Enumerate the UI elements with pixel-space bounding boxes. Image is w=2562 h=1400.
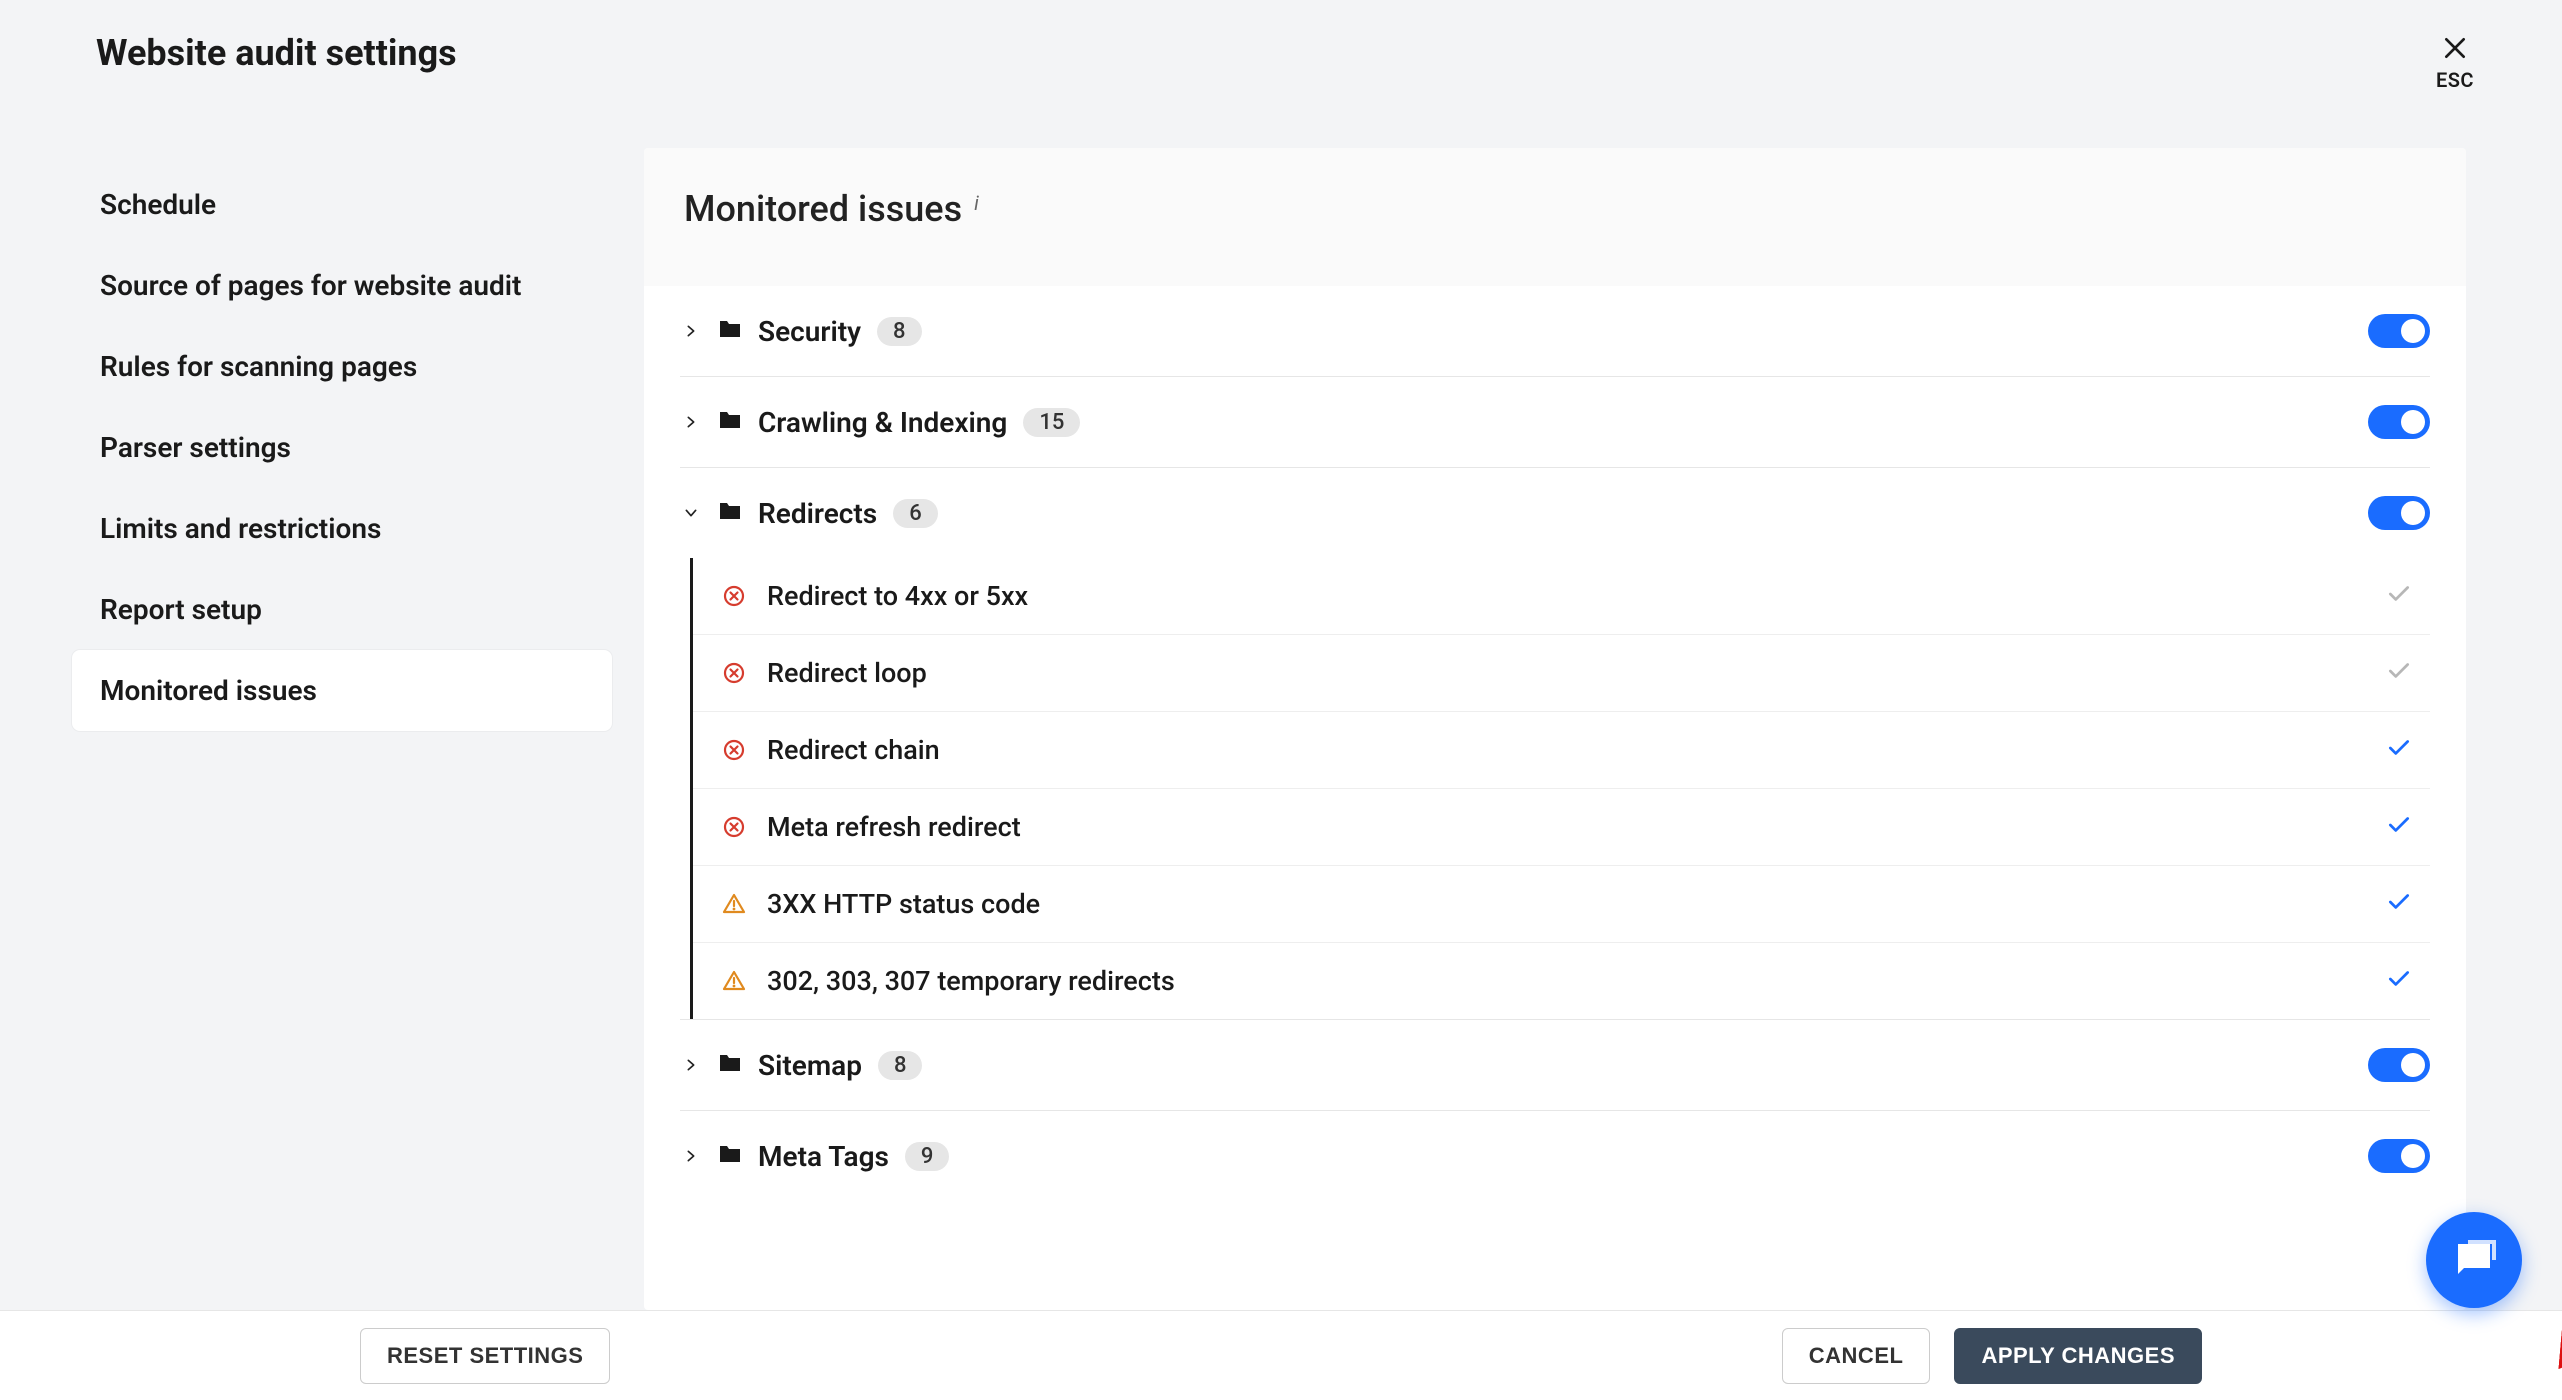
panel: Monitored issues i Security 8 Crawling & I… [644, 148, 2466, 1310]
category-row-sitemap[interactable]: Sitemap 8 [680, 1019, 2430, 1110]
category-name: Meta Tags [758, 1140, 889, 1173]
chevron-right-icon[interactable] [680, 1057, 702, 1073]
issue-row[interactable]: Redirect to 4xx or 5xx [693, 558, 2430, 634]
issue-row[interactable]: 302, 303, 307 temporary redirects [693, 942, 2430, 1019]
category-toggle[interactable] [2368, 314, 2430, 348]
check-icon[interactable] [2386, 966, 2412, 996]
issue-label: Redirect to 4xx or 5xx [767, 580, 2366, 612]
category-count-badge: 6 [893, 499, 938, 528]
category-row-redirects[interactable]: Redirects 6 [680, 467, 2430, 558]
category-name: Crawling & Indexing [758, 406, 1007, 439]
category-toggle[interactable] [2368, 405, 2430, 439]
chat-widget-button[interactable] [2426, 1212, 2522, 1308]
apply-changes-button[interactable]: APPLY CHANGES [1954, 1328, 2202, 1384]
error-icon [721, 583, 747, 609]
issue-row[interactable]: Redirect loop [693, 634, 2430, 711]
warning-icon [721, 968, 747, 994]
panel-title: Monitored issues [684, 188, 962, 230]
sidebar-item-parser-settings[interactable]: Parser settings [72, 407, 612, 488]
check-icon[interactable] [2386, 735, 2412, 765]
category-row-meta-tags[interactable]: Meta Tags 9 [680, 1110, 2430, 1201]
folder-icon [718, 501, 742, 525]
chevron-right-icon[interactable] [680, 323, 702, 339]
warning-icon [721, 891, 747, 917]
category-name: Security [758, 315, 861, 348]
category-name: Redirects [758, 497, 877, 530]
issues-list: Redirect to 4xx or 5xx Redirect loop Redir… [690, 558, 2430, 1019]
category-toggle[interactable] [2368, 496, 2430, 530]
footer: RESET SETTINGS CANCEL APPLY CHANGES [0, 1310, 2562, 1400]
issue-row[interactable]: Redirect chain [693, 711, 2430, 788]
category-toggle[interactable] [2368, 1048, 2430, 1082]
issue-label: Meta refresh redirect [767, 811, 2366, 843]
chevron-down-icon[interactable] [680, 505, 702, 521]
issue-label: Redirect chain [767, 734, 2366, 766]
category-count-badge: 8 [877, 317, 922, 346]
sidebar-item-monitored-issues[interactable]: Monitored issues [72, 650, 612, 731]
check-icon[interactable] [2386, 581, 2412, 611]
issue-row[interactable]: Meta refresh redirect [693, 788, 2430, 865]
sidebar-item-schedule[interactable]: Schedule [72, 164, 612, 245]
page-title: Website audit settings [96, 32, 457, 74]
error-icon [721, 737, 747, 763]
issue-row[interactable]: 3XX HTTP status code [693, 865, 2430, 942]
reset-settings-button[interactable]: RESET SETTINGS [360, 1328, 610, 1384]
chevron-right-icon[interactable] [680, 414, 702, 430]
category-toggle[interactable] [2368, 1139, 2430, 1173]
category-count-badge: 15 [1023, 408, 1080, 437]
folder-icon [718, 410, 742, 434]
folder-icon [718, 319, 742, 343]
category-count-badge: 9 [905, 1142, 950, 1171]
esc-label: ESC [2436, 68, 2474, 92]
check-icon[interactable] [2386, 812, 2412, 842]
folder-icon [718, 1144, 742, 1168]
category-name: Sitemap [758, 1049, 862, 1082]
sidebar-item-limits-and-restrictions[interactable]: Limits and restrictions [72, 488, 612, 569]
category-row-security[interactable]: Security 8 [680, 286, 2430, 376]
info-icon[interactable]: i [974, 191, 979, 215]
issue-label: 302, 303, 307 temporary redirects [767, 965, 2366, 997]
close-button[interactable] [2439, 32, 2471, 64]
issue-label: Redirect loop [767, 657, 2366, 689]
sidebar: ScheduleSource of pages for website audi… [72, 148, 612, 1310]
sidebar-item-report-setup[interactable]: Report setup [72, 569, 612, 650]
chevron-right-icon[interactable] [680, 1148, 702, 1164]
folder-icon [718, 1053, 742, 1077]
category-count-badge: 8 [878, 1051, 923, 1080]
cancel-button[interactable]: CANCEL [1782, 1328, 1931, 1384]
panel-body: Security 8 Crawling & Indexing 15 Redirects 6… [644, 286, 2466, 1310]
category-row-crawling-indexing[interactable]: Crawling & Indexing 15 [680, 376, 2430, 467]
issue-label: 3XX HTTP status code [767, 888, 2366, 920]
sidebar-item-rules-for-scanning-pages[interactable]: Rules for scanning pages [72, 326, 612, 407]
error-icon [721, 660, 747, 686]
check-icon[interactable] [2386, 658, 2412, 688]
error-icon [721, 814, 747, 840]
sidebar-item-source-of-pages-for-website-audit[interactable]: Source of pages for website audit [72, 245, 612, 326]
check-icon[interactable] [2386, 889, 2412, 919]
